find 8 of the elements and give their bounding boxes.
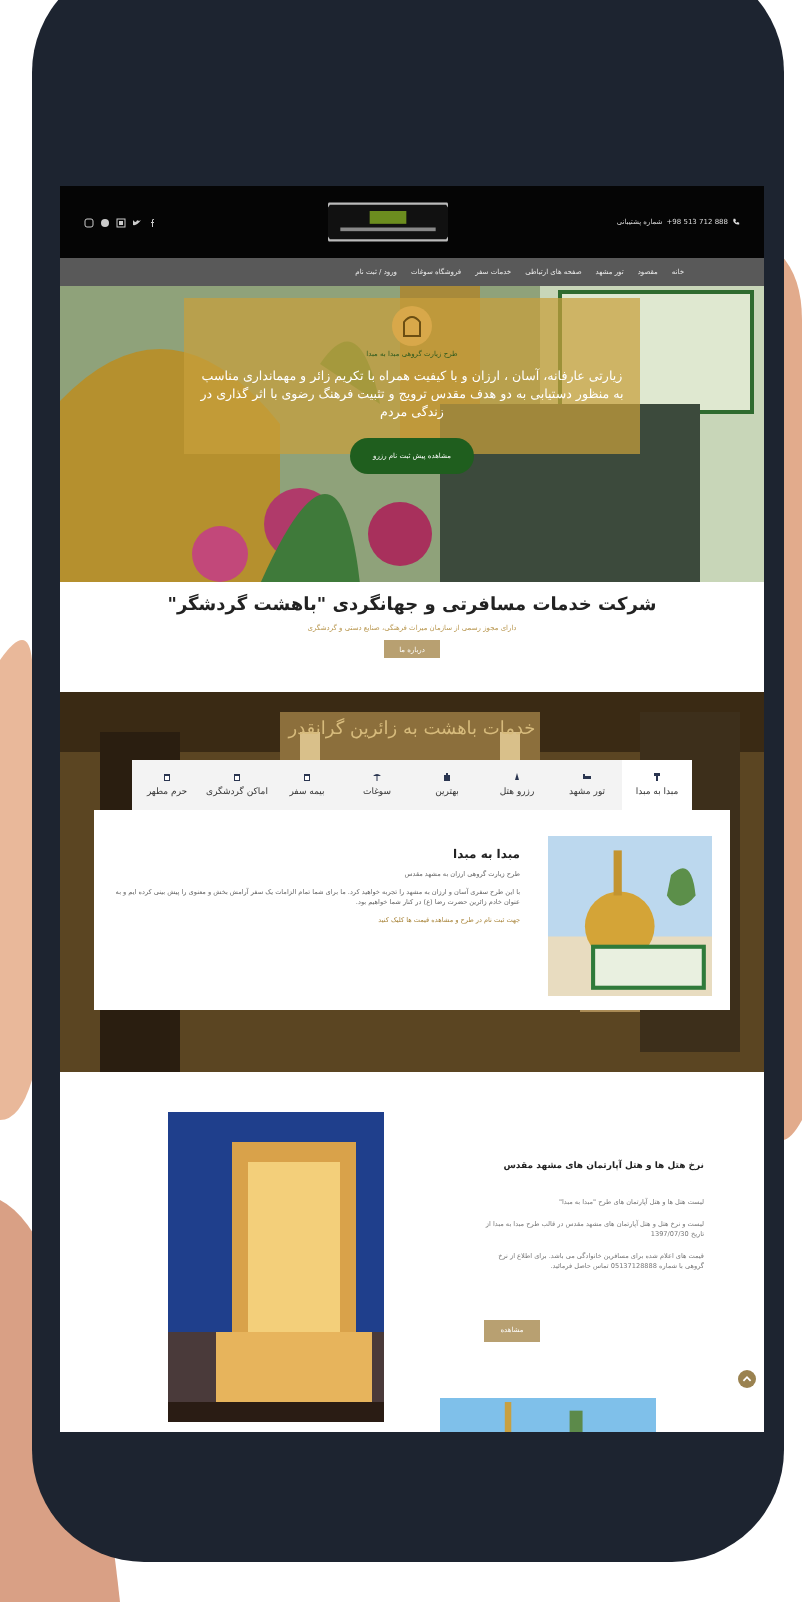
social-icon[interactable] [148,217,158,227]
scroll-up-icon[interactable] [738,1370,756,1388]
company-title: شرکت خدمات مسافرتی و جهانگردی "باهشت گردشگر" [167,596,657,616]
phone-icon[interactable] [732,218,740,226]
emblem-icon[interactable] [392,306,432,346]
social-icon[interactable] [116,217,126,227]
social-icon[interactable] [132,217,142,227]
logo-icon[interactable] [327,200,448,244]
